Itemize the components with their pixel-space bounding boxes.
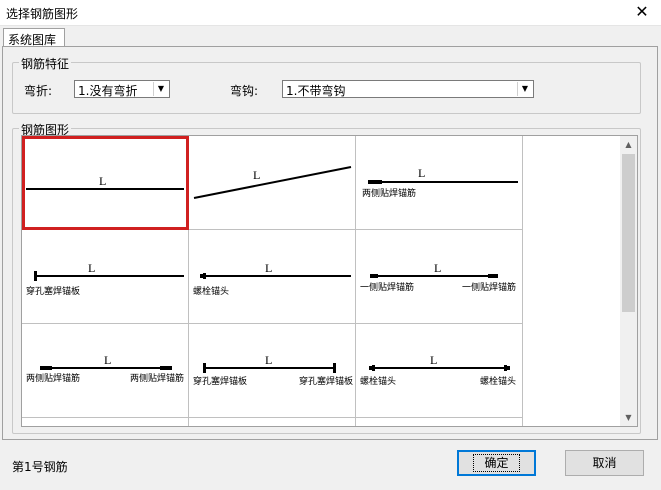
shape-gallery: L L L 两侧贴焊锚筋 L 穿孔塞焊锚板 L 螺栓锚头 L 一侧贴焊锚筋 一侧… [21,135,638,427]
shape-cell[interactable]: L [189,136,356,230]
shape-cell[interactable]: L 一侧贴焊锚筋 一侧贴焊锚筋 [356,230,523,324]
scroll-up-icon[interactable]: ▲ [620,136,637,153]
chevron-down-icon[interactable]: ▼ [153,82,168,96]
shape-grid: L L L 两侧贴焊锚筋 L 穿孔塞焊锚板 L 螺栓锚头 L 一侧贴焊锚筋 一侧… [22,136,524,426]
shape-cell[interactable] [22,418,189,426]
anchor-caption: 一侧贴焊锚筋 [360,281,414,293]
anchor-caption: 穿孔塞焊锚板 [26,285,80,297]
anchor-caption: 穿孔塞焊锚板 [299,375,353,387]
anchor-caption: 一侧贴焊锚筋 [462,281,516,293]
cancel-button[interactable]: 取消 [565,450,644,476]
bend-select[interactable]: 1.没有弯折 ▼ [74,80,170,98]
hook-select[interactable]: 1.不带弯钩 ▼ [282,80,534,98]
hook-value: 1.不带弯钩 [286,84,346,98]
chevron-down-icon[interactable]: ▼ [517,82,532,96]
features-legend: 钢筋特征 [19,55,72,72]
shape-cell[interactable]: L 两侧贴焊锚筋 两侧贴焊锚筋 [22,324,189,418]
shape-cell[interactable]: L 穿孔塞焊锚板 [22,230,189,324]
anchor-caption: 两侧贴焊锚筋 [130,372,184,384]
close-icon[interactable]: ✕ [633,3,651,21]
window-title: 选择钢筋图形 [6,7,79,21]
length-label: L [430,353,437,367]
length-label: L [418,166,425,180]
tab-system-library[interactable]: 系统图库 [3,28,65,47]
vertical-scrollbar[interactable]: ▲ ▼ [620,136,637,426]
shape-cell[interactable]: L 穿孔塞焊锚板 穿孔塞焊锚板 [189,324,356,418]
length-label: L [104,353,111,367]
shape-cell[interactable]: L 两侧贴焊锚筋 [356,136,523,230]
anchor-caption: 穿孔塞焊锚板 [193,375,247,387]
ok-button-label: 确定 [473,454,520,472]
anchor-caption: 螺栓锚头 [480,375,516,387]
ok-button[interactable]: 确定 [457,450,536,476]
scroll-down-icon[interactable]: ▼ [620,409,637,426]
shape-cell[interactable]: L 螺栓锚头 [189,230,356,324]
length-label: L [88,261,95,275]
anchor-caption: 两侧贴焊锚筋 [362,187,416,199]
scroll-thumb[interactable] [622,154,635,312]
bend-value: 1.没有弯折 [78,84,138,98]
hook-label: 弯钩: [230,84,259,98]
length-label: L [434,261,441,275]
bend-label: 弯折: [24,84,53,98]
shape-cell[interactable]: L [22,136,189,230]
length-label: L [99,174,106,188]
length-label: L [265,353,272,367]
anchor-caption: 螺栓锚头 [360,375,396,387]
status-text: 第1号钢筋 [12,460,68,474]
shape-cell[interactable] [189,418,356,426]
anchor-caption: 螺栓锚头 [193,285,229,297]
title-bar: 选择钢筋图形 ✕ [0,0,661,26]
shape-cell[interactable] [356,418,523,426]
length-label: L [265,261,272,275]
shape-cell[interactable]: L 螺栓锚头 螺栓锚头 [356,324,523,418]
anchor-caption: 两侧贴焊锚筋 [26,372,80,384]
length-label: L [253,168,260,182]
